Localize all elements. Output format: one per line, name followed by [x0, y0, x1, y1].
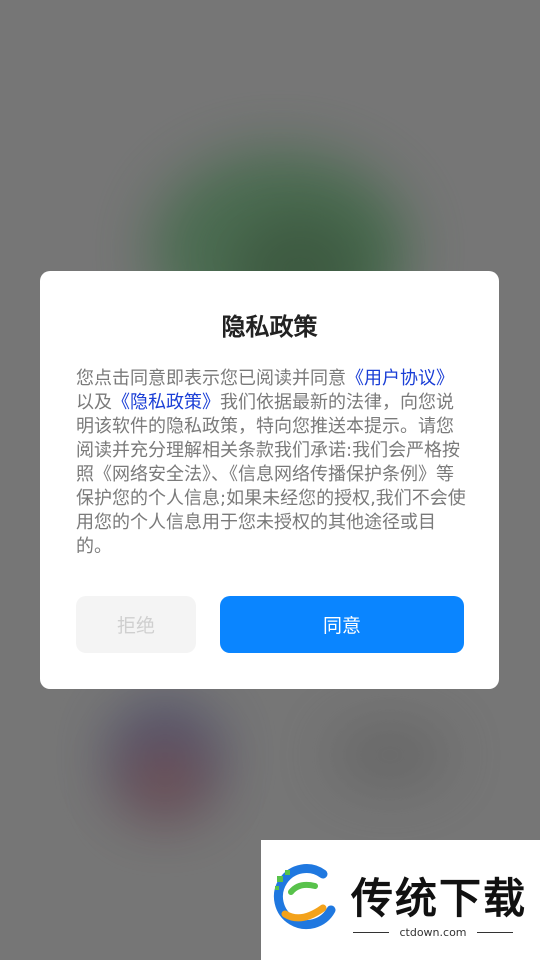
- dialog-title: 隐私政策: [221, 313, 318, 341]
- body-text: 我们依据最新的法律，向您说明该软件的隐私政策，特向您推送本提示。请您阅读并充分理…: [76, 392, 466, 557]
- body-text: 您点击同意即表示您已阅读并同意: [76, 368, 346, 389]
- watermark-site: ctdown.com: [353, 926, 513, 939]
- watermark: 传统下载 ctdown.com: [261, 840, 540, 960]
- privacy-policy-dialog: 隐私政策 您点击同意即表示您已阅读并同意《用户协议》以及《隐私政策》我们依据最新…: [40, 271, 499, 689]
- privacy-policy-link[interactable]: 《隐私政策》: [112, 392, 220, 413]
- user-agreement-link[interactable]: 《用户协议》: [346, 368, 454, 389]
- agree-button[interactable]: 同意: [220, 596, 464, 653]
- ctdown-logo-icon: [273, 864, 336, 930]
- body-text: 以及: [76, 392, 112, 413]
- reject-button[interactable]: 拒绝: [76, 596, 196, 653]
- dialog-body: 您点击同意即表示您已阅读并同意《用户协议》以及《隐私政策》我们依据最新的法律，向…: [76, 367, 468, 559]
- watermark-title: 传统下载: [351, 874, 528, 923]
